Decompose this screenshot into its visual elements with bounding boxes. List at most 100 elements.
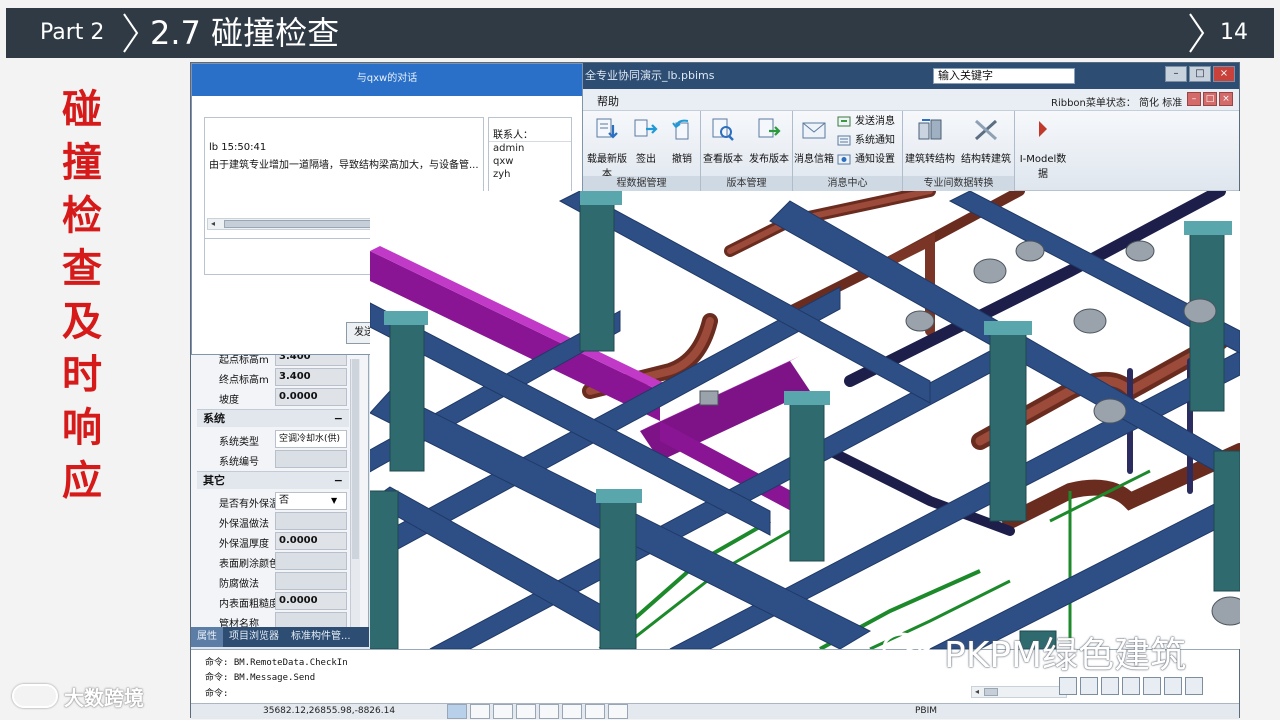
render-mode-icon[interactable] (1164, 677, 1182, 695)
structure-convert-icon (974, 119, 998, 141)
collapse-icon[interactable]: − (334, 472, 343, 490)
checkout-button[interactable]: 签出 (629, 115, 663, 171)
scroll-thumb[interactable] (352, 359, 359, 559)
contact-item[interactable]: qxw (489, 155, 571, 168)
caption-char: 应 (62, 458, 102, 504)
collapse-icon[interactable]: − (334, 410, 343, 428)
prop-value[interactable] (275, 450, 347, 468)
prop-row: 系统编号 (191, 449, 351, 469)
prop-label: 系统类型 (219, 437, 259, 448)
maximize-button[interactable]: □ (1189, 66, 1211, 82)
button-label: I-Model数据 (1019, 154, 1067, 180)
tab-project-browser[interactable]: 项目浏览器 (223, 627, 285, 647)
tab-standard-components[interactable]: 标准构件管... (285, 627, 357, 647)
otrack-toggle-icon[interactable] (562, 704, 582, 719)
system-notice-button[interactable]: 系统通知 (837, 132, 895, 149)
command-input[interactable]: 命令: (205, 686, 228, 699)
properties-panel: 起点标高m 3.400 终点标高m 3.400 坡度 0.0000 系统 − 系… (191, 355, 369, 627)
menu-help[interactable]: 帮助 (597, 93, 619, 109)
send-message-button[interactable]: 发送消息 (837, 113, 895, 130)
prop-value[interactable] (275, 552, 347, 570)
button-label: 发送消息 (855, 116, 895, 127)
prop-label: 外保温做法 (219, 519, 269, 530)
snap-toggle-icon[interactable] (447, 704, 467, 719)
contact-item[interactable]: zyh (489, 168, 571, 181)
view-version-button[interactable]: 查看版本 (701, 115, 745, 171)
orbit-icon[interactable] (1122, 677, 1140, 695)
ortho-toggle-icon[interactable] (493, 704, 513, 719)
system-type-select[interactable]: 空调冷却水(供) (275, 430, 347, 448)
scroll-left-icon[interactable]: ◂ (208, 219, 218, 229)
tab-properties[interactable]: 属性 (191, 627, 223, 647)
pan-icon[interactable] (1080, 677, 1098, 695)
minimize-button[interactable]: – (1165, 66, 1187, 82)
button-label: 建筑转结构 (905, 154, 955, 165)
prop-row: 坡度 0.0000 (191, 387, 351, 407)
prop-value[interactable] (275, 512, 347, 530)
button-label: 撤销 (672, 154, 692, 165)
doc-minimize-button[interactable]: – (1187, 92, 1201, 106)
close-button[interactable]: × (1213, 66, 1235, 82)
prop-row: 防腐做法 (191, 571, 351, 591)
get-latest-button[interactable]: 载最新版本 (583, 115, 631, 180)
scroll-left-icon[interactable]: ◂ (972, 687, 982, 697)
status-toggles (447, 704, 628, 719)
ribbon-group-label: 版本管理 (701, 176, 792, 191)
ribbon: 载最新版本 签出 撤销 程数据管理 查看版本 发布版本 版本管理 消息信箱 发送… (583, 111, 1239, 191)
doc-close-button[interactable]: × (1219, 92, 1233, 106)
undo-checkout-button[interactable]: 撤销 (665, 115, 699, 171)
send-icon (837, 116, 851, 127)
notice-settings-button[interactable]: 通知设置 (837, 151, 895, 168)
prop-value[interactable]: 3.400 (275, 368, 347, 386)
prop-value[interactable] (275, 572, 347, 590)
search-input[interactable]: 输入关键字 (933, 68, 1075, 84)
ribbon-group-messages: 消息信箱 发送消息 系统通知 通知设置 消息中心 (793, 111, 903, 191)
model-viewport[interactable] (370, 191, 1240, 649)
prop-value[interactable]: 0.0000 (275, 388, 347, 406)
imodel-button[interactable]: I-Model数据 (1017, 115, 1069, 180)
doc-restore-button[interactable]: □ (1203, 92, 1217, 106)
command-scrollbar[interactable]: ◂ ▸ (971, 686, 1067, 698)
prop-row: 外保温厚度 0.0000 (191, 531, 351, 551)
settings-icon (837, 154, 851, 165)
prop-row: 起点标高m 3.400 (191, 355, 351, 367)
ribbon-group-label: 消息中心 (793, 176, 902, 191)
section-other[interactable]: 其它 − (197, 471, 349, 489)
section-system[interactable]: 系统 − (197, 409, 349, 427)
zoom-window-icon[interactable] (1059, 677, 1077, 695)
magnifier-document-icon (712, 118, 734, 141)
button-label: 发布版本 (749, 154, 789, 165)
struct-to-arch-button[interactable]: 结构转建筑 (959, 115, 1013, 171)
model-toggle-icon[interactable] (608, 704, 628, 719)
message-header: lb 15:50:41 (209, 142, 267, 153)
properties-scrollbar[interactable] (350, 359, 360, 627)
envelope-icon (802, 122, 826, 139)
inbox-button[interactable]: 消息信箱 (793, 115, 835, 171)
prop-label: 终点标高m (219, 375, 269, 386)
prop-value[interactable]: 3.400 (275, 355, 347, 366)
osnap-toggle-icon[interactable] (539, 704, 559, 719)
lineweight-toggle-icon[interactable] (585, 704, 605, 719)
section-icon[interactable] (1185, 677, 1203, 695)
ribbon-group-imodel: I-Model数据 (1015, 111, 1069, 191)
prop-label: 内表面粗糙度 (219, 599, 279, 610)
prop-value[interactable]: 0.0000 (275, 592, 347, 610)
view-cube-icon[interactable] (1143, 677, 1161, 695)
ribbon-state-label[interactable]: Ribbon菜单状态： 简化 标准 (1051, 94, 1182, 109)
caption-char: 撞 (62, 140, 102, 186)
grid-toggle-icon[interactable] (470, 704, 490, 719)
zoom-extents-icon[interactable] (1101, 677, 1119, 695)
publish-version-button[interactable]: 发布版本 (747, 115, 791, 171)
chevron-down-icon[interactable]: ▼ (331, 496, 337, 505)
polar-toggle-icon[interactable] (516, 704, 536, 719)
watermark-left: 大数跨境 (12, 682, 144, 710)
prop-value[interactable] (275, 612, 347, 627)
prop-value[interactable]: 0.0000 (275, 532, 347, 550)
undo-icon (672, 119, 689, 140)
contact-item[interactable]: admin (489, 142, 571, 155)
scroll-thumb[interactable] (984, 688, 998, 696)
dialog-title: 与qxw的对话 (192, 64, 582, 96)
ribbon-group-label: 专业间数据转换 (903, 176, 1014, 191)
button-label: 结构转建筑 (961, 154, 1011, 165)
arch-to-struct-button[interactable]: 建筑转结构 (903, 115, 957, 171)
